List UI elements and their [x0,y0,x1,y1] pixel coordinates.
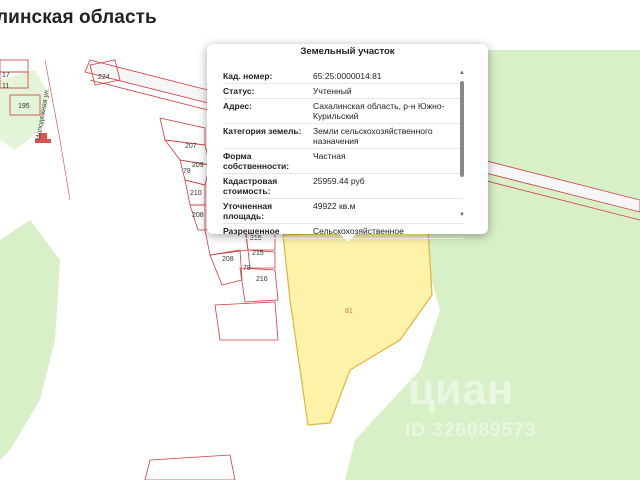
selected-plot-number: 81 [345,308,353,315]
info-value: Сельскохозяйственное [313,226,404,236]
plot-label: 78 [183,168,191,175]
plot-label: 209 [192,162,204,169]
scroll-down-arrow-icon[interactable]: ▼ [457,211,467,219]
plot-label: 207 [185,143,197,150]
info-label: Уточненная площадь: [223,201,273,221]
info-row-status: Статус: Учтенный [223,84,463,99]
land-plot-info-popup[interactable]: Земельный участок Кад. номер: 65:25:0000… [207,44,488,242]
info-row-land-category: Категория земель: Земли сельскохозяйстве… [223,124,463,149]
scroll-up-arrow-icon[interactable]: ▲ [457,69,467,77]
info-label: Кад. номер: [223,71,273,81]
plot-label: 216 [256,276,268,283]
popup-scrollbar[interactable]: ▲ ▼ [457,69,467,219]
info-value: Учтенный [313,86,352,96]
info-value: 65:25:0000014:81 [313,71,382,81]
info-label: Форма собственности: [223,151,290,171]
plot-label: 224 [98,74,110,81]
listing-id-watermark: ID 326089573 [405,420,537,441]
popup-title: Земельный участок [300,46,395,57]
info-label: Категория земель: [223,126,302,136]
info-value: Земли сельскохозяйственного назначения [313,126,433,146]
cian-watermark-logo: циан [408,365,514,414]
info-label: Адрес: [223,101,252,111]
plot-label: 210 [190,190,202,197]
page-title: линская область [0,7,157,28]
plot-label: 208 [192,212,204,219]
info-value: Частная [313,151,346,161]
page-header: линская область [0,0,640,40]
info-label: Разрешенное [223,226,280,236]
info-row-ownership: Форма собственности: Частная [223,149,463,174]
info-value: 25959.44 руб [313,176,365,186]
info-label: Кадастровая стоимость: [223,176,278,196]
info-row-cadastral-value: Кадастровая стоимость: 25959.44 руб [223,174,463,199]
plot-label: 11 [2,83,10,90]
info-row-area: Уточненная площадь: 49922 кв.м [223,199,463,224]
info-row-cadastral-number: Кад. номер: 65:25:0000014:81 [223,69,463,84]
info-value: Сахалинская область, р-н Южно-Курильский [313,101,445,121]
info-value: 49922 кв.м [313,201,356,211]
plot-label: 195 [18,103,30,110]
plot-label: 78 [243,265,251,272]
info-row-permitted-use: Разрешенное Сельскохозяйственное [223,224,463,239]
plot-label: 17 [2,72,10,79]
plot-label: 215 [252,250,264,257]
info-table: Кад. номер: 65:25:0000014:81 Статус: Учт… [223,69,463,239]
plot-label: 208 [222,256,234,263]
info-label: Статус: [223,86,255,96]
scrollbar-thumb[interactable] [460,81,464,177]
info-row-address: Адрес: Сахалинская область, р-н Южно-Кур… [223,99,463,124]
